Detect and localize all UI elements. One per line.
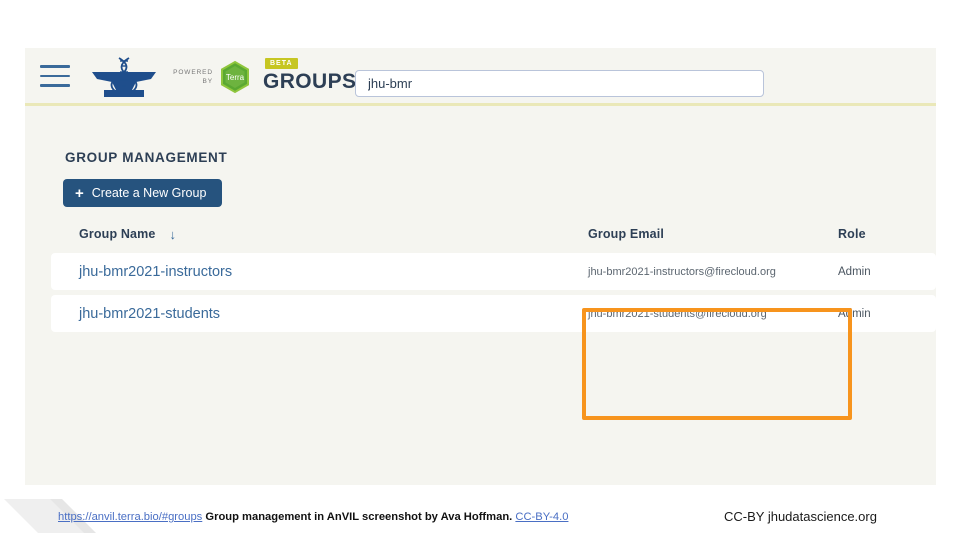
app-header: POWERED BY Terra BETA GROUPS: [25, 48, 936, 106]
create-new-group-button[interactable]: + Create a New Group: [63, 179, 223, 207]
powered-by-label: POWERED BY: [165, 65, 213, 89]
table-row: jhu-bmr2021-students jhu-bmr2021-student…: [25, 295, 936, 332]
browser-screenshot-panel: POWERED BY Terra BETA GROUPS GROUP MANAG…: [25, 48, 936, 485]
column-header-group-email[interactable]: Group Email: [585, 221, 825, 247]
hamburger-bar: [40, 65, 70, 68]
terra-hexagon-icon[interactable]: Terra: [218, 60, 252, 94]
sort-descending-icon[interactable]: ↓: [170, 227, 177, 242]
hamburger-bar: [40, 84, 70, 87]
plus-icon: +: [75, 184, 84, 202]
svg-text:Terra: Terra: [226, 73, 245, 82]
footer-attribution: CC-BY jhudatascience.org: [724, 509, 877, 524]
group-email-text: jhu-bmr2021-students@firecloud.org: [588, 307, 767, 320]
groups-table: Group Name ↓ Group Email Role jhu-bmr202…: [25, 221, 936, 337]
table-header-row: Group Name ↓ Group Email Role: [25, 221, 936, 247]
column-header-label: Role: [838, 227, 866, 241]
group-email-cell: jhu-bmr2021-students@firecloud.org: [585, 295, 825, 332]
search-input[interactable]: [355, 70, 764, 97]
hamburger-menu-icon[interactable]: [40, 65, 70, 89]
column-header-role[interactable]: Role: [835, 221, 935, 247]
beta-badge: BETA: [265, 58, 298, 69]
page-body: GROUP MANAGEMENT + Create a New Group Gr…: [25, 106, 936, 485]
powered-by-line2: BY: [202, 78, 213, 85]
footer-caption: https://anvil.terra.bio/#groups Group ma…: [58, 511, 568, 523]
anvil-logo-icon[interactable]: [88, 56, 160, 100]
group-email-cell: jhu-bmr2021-instructors@firecloud.org: [585, 253, 825, 290]
page-title: GROUP MANAGEMENT: [65, 150, 228, 165]
group-role-cell: Admin: [835, 253, 935, 290]
group-email-text: jhu-bmr2021-instructors@firecloud.org: [588, 265, 776, 278]
license-link[interactable]: CC-BY-4.0: [515, 511, 568, 523]
group-name-cell: jhu-bmr2021-students: [65, 295, 585, 332]
create-new-group-label: Create a New Group: [91, 186, 207, 200]
product-name-label: GROUPS: [263, 70, 357, 93]
group-role-text: Admin: [838, 265, 871, 278]
group-role-cell: Admin: [835, 295, 935, 332]
source-url-link[interactable]: https://anvil.terra.bio/#groups: [58, 511, 202, 523]
column-header-group-name[interactable]: Group Name ↓: [65, 221, 585, 247]
table-row: jhu-bmr2021-instructors jhu-bmr2021-inst…: [25, 253, 936, 290]
footer-caption-text: Group management in AnVIL screenshot by …: [202, 511, 513, 523]
group-name-cell: jhu-bmr2021-instructors: [65, 253, 585, 290]
column-header-label: Group Name: [79, 227, 156, 241]
group-name-link[interactable]: jhu-bmr2021-instructors: [65, 264, 232, 280]
column-header-label: Group Email: [588, 227, 664, 241]
powered-by-line1: POWERED: [173, 69, 213, 76]
group-name-link[interactable]: jhu-bmr2021-students: [65, 306, 220, 322]
group-role-text: Admin: [838, 307, 871, 320]
hamburger-bar: [40, 74, 70, 77]
